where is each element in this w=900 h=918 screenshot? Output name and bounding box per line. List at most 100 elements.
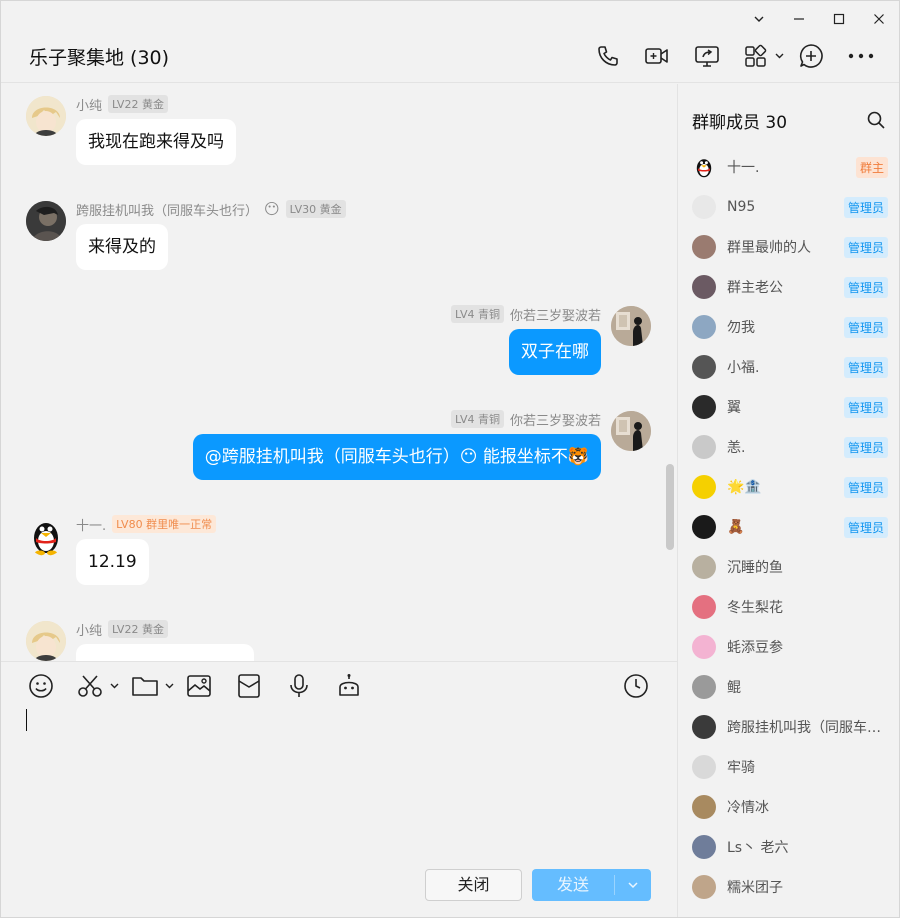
sender-name[interactable]: 小纯 (76, 95, 102, 114)
member-item[interactable]: 翼 管理员 (692, 393, 888, 421)
member-item[interactable]: 群里最帅的人 管理员 (692, 233, 888, 261)
avatar[interactable] (692, 755, 716, 779)
avatar[interactable] (692, 715, 716, 739)
member-item[interactable]: 跨服挂机叫我（同服车头也行） (692, 713, 888, 741)
message-meta: 小纯 LV22 黄金 (76, 620, 168, 639)
message-meta: LV4 青铜 你若三岁娶波若 (451, 410, 601, 429)
member-name: 小福. (727, 360, 760, 376)
sender-name[interactable]: 十一. (76, 515, 106, 534)
avatar[interactable] (692, 675, 716, 699)
avatar[interactable] (692, 355, 716, 379)
video-call-icon[interactable] (640, 39, 674, 73)
member-name: 鲲 (727, 680, 741, 696)
level-badge: LV4 青铜 (451, 410, 504, 428)
member-item[interactable]: N95 管理员 (692, 193, 888, 221)
message-bubble[interactable]: 来得及的 (76, 224, 168, 270)
add-circle-icon[interactable] (794, 39, 828, 73)
robot-icon[interactable] (334, 671, 364, 701)
message-list[interactable]: 小纯 LV22 黄金 我现在跑来得及吗 跨服挂机叫我（同服车头也行） 😶 LV3… (1, 84, 677, 661)
avatar[interactable] (692, 515, 716, 539)
avatar[interactable] (692, 275, 716, 299)
member-item[interactable]: 群主老公 管理员 (692, 273, 888, 301)
members-panel: 群聊成员 30 十一. 群主 N95 管理员 群里最帅的人 管理员 群主老公 管理员 勿我 管理员… (677, 84, 899, 917)
member-item[interactable]: 十一. 群主 (692, 153, 888, 181)
member-name: 蚝添豆参 (727, 640, 783, 656)
send-button-label[interactable]: 发送 (532, 869, 614, 901)
message-bubble[interactable]: 12.19 (76, 539, 149, 585)
close-button[interactable]: 关闭 (425, 869, 522, 901)
sender-name[interactable]: 小纯 (76, 620, 102, 639)
screen-share-icon[interactable] (690, 39, 724, 73)
avatar[interactable] (692, 315, 716, 339)
member-name: 冷情冰 (727, 800, 769, 816)
clock-icon[interactable] (621, 671, 651, 701)
admin-badge: 管理员 (843, 196, 888, 218)
owner-badge: 群主 (855, 156, 888, 178)
member-item[interactable]: Ls丶 老六 (692, 833, 888, 861)
member-item[interactable]: 冬生梨花 (692, 593, 888, 621)
message-bubble[interactable]: 我现在跑来得及吗 (76, 119, 236, 165)
avatar[interactable] (692, 195, 716, 219)
sender-name[interactable]: 你若三岁娶波若 (510, 305, 601, 324)
avatar[interactable] (611, 306, 651, 346)
search-icon[interactable] (866, 110, 886, 130)
avatar[interactable] (692, 635, 716, 659)
folder-icon[interactable] (131, 671, 177, 701)
member-name: 冬生梨花 (727, 600, 783, 616)
red-packet-icon[interactable] (234, 671, 264, 701)
member-item[interactable]: 小福. 管理员 (692, 353, 888, 381)
sender-name[interactable]: 你若三岁娶波若 (510, 410, 601, 429)
avatar[interactable] (26, 201, 66, 241)
sender-name[interactable]: 跨服挂机叫我（同服车头也行） (76, 200, 258, 219)
member-name: 🌟🏦 (727, 479, 762, 495)
avatar[interactable] (692, 795, 716, 819)
message-meta: 十一. LV80 群里唯一正常 (76, 515, 217, 534)
avatar[interactable] (26, 96, 66, 136)
member-item[interactable]: 牢骑 (692, 753, 888, 781)
header-toolbar (1, 39, 899, 73)
member-name: 翼 (727, 400, 741, 416)
avatar[interactable] (26, 621, 66, 661)
member-item[interactable]: 蚝添豆参 (692, 633, 888, 661)
image-icon[interactable] (184, 671, 214, 701)
member-item[interactable]: 冷情冰 (692, 793, 888, 821)
microphone-icon[interactable] (284, 671, 314, 701)
member-name: N95 (727, 199, 756, 215)
message-input[interactable] (26, 709, 27, 731)
message-bubble[interactable] (76, 644, 254, 661)
member-name: 群主老公 (727, 280, 783, 296)
avatar[interactable] (692, 835, 716, 859)
avatar[interactable] (692, 435, 716, 459)
avatar[interactable] (611, 411, 651, 451)
member-item[interactable]: 沉睡的鱼 (692, 553, 888, 581)
member-item[interactable]: 鲲 (692, 673, 888, 701)
admin-badge: 管理员 (843, 356, 888, 378)
avatar[interactable] (692, 555, 716, 579)
chat-window: 乐子聚集地 (30) 小纯 LV22 黄金 我现在跑来得及吗 跨服挂机叫我（同服… (0, 0, 900, 918)
message-bubble[interactable]: @跨服挂机叫我（同服车头也行）😶 能报坐标不🐯 (192, 434, 601, 480)
message-bubble[interactable]: 双子在哪 (509, 329, 601, 375)
level-badge: LV80 群里唯一正常 (112, 515, 217, 533)
scissors-icon[interactable] (76, 671, 122, 701)
avatar[interactable] (692, 235, 716, 259)
chevron-down-icon[interactable] (615, 869, 651, 901)
more-icon[interactable] (844, 39, 878, 73)
member-item[interactable]: 🌟🏦 管理员 (692, 473, 888, 501)
member-item[interactable]: 恙. 管理员 (692, 433, 888, 461)
emoji-icon[interactable] (26, 671, 56, 701)
penguin-avatar[interactable] (26, 516, 66, 556)
admin-badge: 管理员 (843, 276, 888, 298)
avatar[interactable] (692, 595, 716, 619)
avatar[interactable] (692, 475, 716, 499)
avatar[interactable] (692, 395, 716, 419)
member-item[interactable]: 勿我 管理员 (692, 313, 888, 341)
member-item[interactable]: 🧸 管理员 (692, 513, 888, 541)
apps-icon[interactable] (740, 39, 790, 73)
penguin-avatar[interactable] (692, 155, 716, 179)
send-button[interactable]: 发送 (532, 869, 651, 901)
member-item[interactable]: 糯米团子 (692, 873, 888, 901)
scrollbar[interactable] (666, 464, 674, 550)
level-badge: LV22 黄金 (108, 95, 168, 113)
phone-icon[interactable] (591, 39, 625, 73)
avatar[interactable] (692, 875, 716, 899)
